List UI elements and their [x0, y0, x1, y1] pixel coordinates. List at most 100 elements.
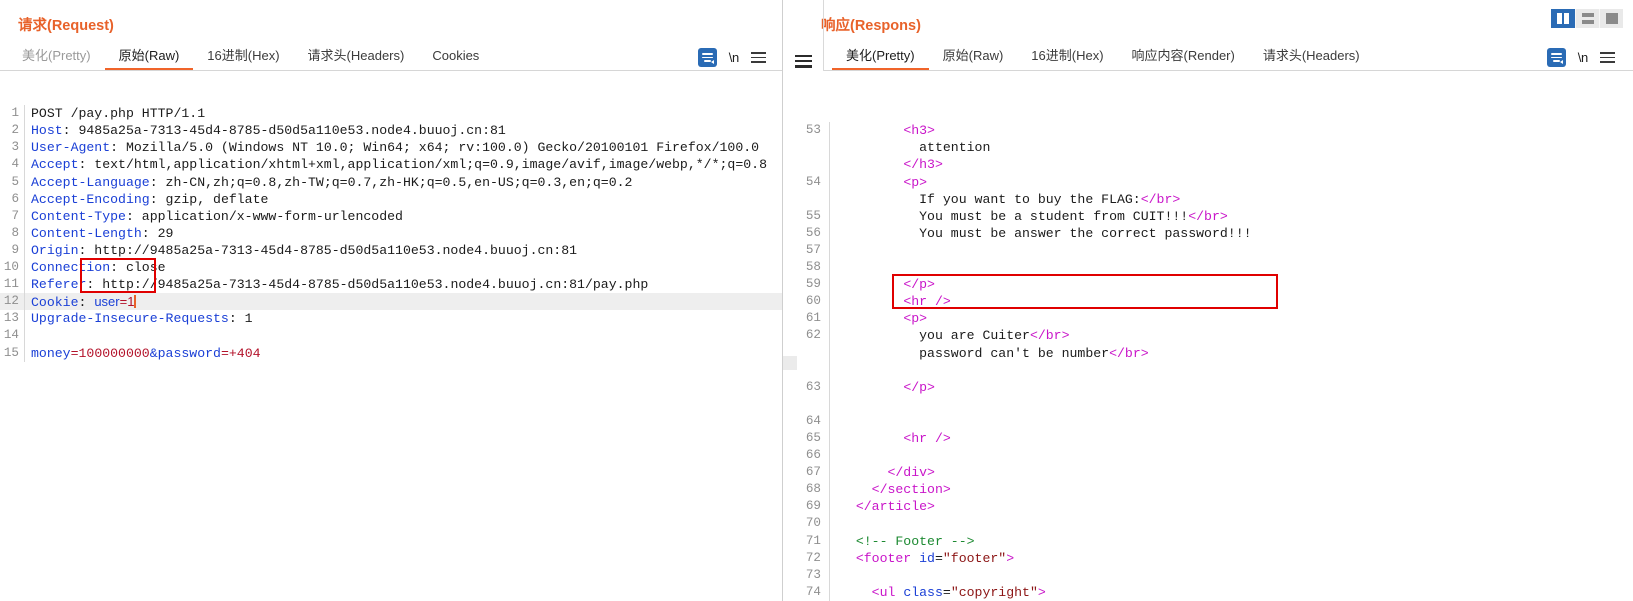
code-token: id — [919, 550, 935, 566]
code-token: Origin — [31, 242, 79, 258]
code-token: > — [1006, 550, 1015, 566]
response-tab-pretty[interactable]: 美化(Pretty) — [832, 49, 929, 70]
line-number: 10 — [3, 260, 19, 275]
code-line-content: Content-Type: application/x-www-form-url… — [25, 208, 782, 225]
code-token: "copyright" — [950, 584, 1038, 600]
request-code-rows: 1 POST /pay.php HTTP/1.1 2 Host: 9485a25a-7… — [0, 105, 782, 362]
code-token: : — [78, 295, 95, 311]
line-number: 73 — [805, 567, 821, 582]
response-tab-tools: \n — [1546, 48, 1615, 67]
code-token: : 29 — [141, 225, 174, 241]
code-line-content: you are Cuiter</br> — [830, 327, 1633, 344]
request-code-area[interactable]: 1 POST /pay.php HTTP/1.1 2 Host: 9485a25a-7… — [0, 71, 782, 601]
response-menu-icon[interactable] — [1600, 52, 1615, 63]
code-line: 61 <p> — [783, 310, 1633, 328]
code-line-content: <h3> — [830, 122, 1633, 139]
response-tab-hex[interactable]: 16进制(Hex) — [1017, 49, 1117, 70]
line-number: 9 — [11, 242, 19, 257]
code-token: you are Cuiter — [840, 328, 1030, 344]
code-token: =+404 — [220, 345, 261, 361]
request-tab-hex[interactable]: 16进制(Hex) — [193, 49, 293, 70]
code-line: 15 money=100000000&password=+404 — [0, 344, 782, 362]
line-number: 57 — [805, 242, 821, 257]
line-number: 53 — [805, 123, 821, 138]
line-number: 4 — [11, 157, 19, 172]
line-number: 15 — [3, 345, 19, 360]
word-wrap-icon[interactable] — [697, 48, 717, 67]
request-tab-headers[interactable]: 请求头(Headers) — [294, 49, 419, 70]
response-panel: 响应(Respons) 美化(Pretty) 原始(Raw) 16进制(Hex)… — [783, 0, 1633, 601]
code-token: <hr /> — [903, 430, 951, 446]
code-line: 56 You must be answer the correct passwo… — [783, 224, 1633, 242]
layout-single-pane-button[interactable] — [1599, 9, 1623, 28]
line-number: 8 — [11, 225, 19, 240]
code-token: </br> — [1029, 328, 1070, 344]
line-number: 55 — [805, 208, 821, 223]
response-code-area[interactable]: 53 <h3> attention </h3> 54 <p> If you wan… — [783, 71, 1633, 601]
line-number: 2 — [11, 123, 19, 138]
line-number: 69 — [805, 499, 821, 514]
layout-split-horizontal-button[interactable] — [1575, 9, 1599, 28]
code-token: POST /pay.php HTTP/1.1 — [31, 106, 206, 122]
line-number: 13 — [3, 311, 19, 326]
response-panel-title: 响应(Respons) — [821, 18, 921, 34]
newline-toggle[interactable]: \n — [729, 50, 740, 65]
code-line-content: </section> — [830, 481, 1633, 498]
response-tab-raw[interactable]: 原始(Raw) — [929, 49, 1018, 70]
request-tab-tools: \n — [697, 48, 766, 67]
code-token: user — [94, 294, 120, 310]
word-wrap-icon[interactable] — [1546, 48, 1566, 67]
request-menu-icon[interactable] — [751, 52, 766, 63]
code-token: <h3> — [903, 123, 935, 139]
code-token: Upgrade-Insecure-Requests — [31, 311, 229, 327]
code-line-content: Accept-Language: zh-CN,zh;q=0.8,zh-TW;q=… — [25, 174, 782, 191]
code-line-content: money=100000000&password=+404 — [25, 345, 782, 362]
line-number: 72 — [805, 550, 821, 565]
code-token: attention — [840, 140, 991, 156]
line-number: 61 — [805, 311, 821, 326]
layout-split-vertical-button[interactable] — [1551, 9, 1575, 28]
gutter-divider — [829, 259, 830, 277]
code-line-content: User-Agent: Mozilla/5.0 (Windows NT 10.0… — [25, 139, 782, 156]
code-line: password can't be number</br> — [783, 344, 1633, 362]
code-line-content: You must be a student from CUIT!!!</br> — [830, 208, 1633, 225]
code-line: 66 — [783, 447, 1633, 465]
request-tab-cookies[interactable]: Cookies — [418, 49, 493, 70]
line-number: 1 — [11, 106, 19, 121]
code-token: </section> — [871, 482, 951, 498]
code-line-content: <footer id="footer"> — [830, 550, 1633, 567]
code-token: Host — [31, 123, 63, 139]
response-tabbar: 美化(Pretty) 原始(Raw) 16进制(Hex) 响应内容(Render… — [824, 44, 1633, 71]
response-tab-headers[interactable]: 请求头(Headers) — [1249, 49, 1374, 70]
response-tab-render[interactable]: 响应内容(Render) — [1118, 49, 1249, 70]
newline-toggle[interactable]: \n — [1578, 50, 1589, 65]
code-token: Accept-Encoding — [31, 191, 150, 207]
code-token: : zh-CN,zh;q=0.8,zh-TW;q=0.7,zh-HK;q=0.5… — [149, 174, 633, 190]
line-number: 56 — [805, 225, 821, 240]
request-tab-pretty[interactable]: 美化(Pretty) — [8, 49, 105, 70]
code-token: class — [903, 584, 943, 600]
code-token: </p> — [903, 277, 935, 293]
code-line: 69 </article> — [783, 498, 1633, 516]
request-tab-raw[interactable]: 原始(Raw) — [104, 49, 194, 70]
code-token: password can't be number — [840, 345, 1110, 361]
code-line-content: </p> — [830, 379, 1633, 396]
code-line: 11 Referer: http://9485a25a-7313-45d4-878… — [0, 276, 782, 294]
code-token: : http://9485a25a-7313-45d4-8785-d50d5a1… — [86, 277, 649, 293]
request-panel: 请求(Request) 美化(Pretty) 原始(Raw) 16进制(Hex)… — [0, 0, 783, 601]
code-line: 58 — [783, 259, 1633, 277]
burp-repeater-window: 请求(Request) 美化(Pretty) 原始(Raw) 16进制(Hex)… — [0, 0, 1633, 601]
code-token: money — [31, 345, 71, 361]
response-rail-menu-icon[interactable] — [795, 55, 812, 68]
code-token: </p> — [903, 379, 935, 395]
code-line-content: Host: 9485a25a-7313-45d4-8785-d50d5a110e… — [25, 122, 782, 139]
code-line: 73 — [783, 566, 1633, 584]
line-number: 59 — [805, 277, 821, 292]
line-number: 12 — [3, 294, 19, 309]
code-line-content: </p> — [830, 276, 1633, 293]
code-token: <hr /> — [903, 294, 951, 310]
